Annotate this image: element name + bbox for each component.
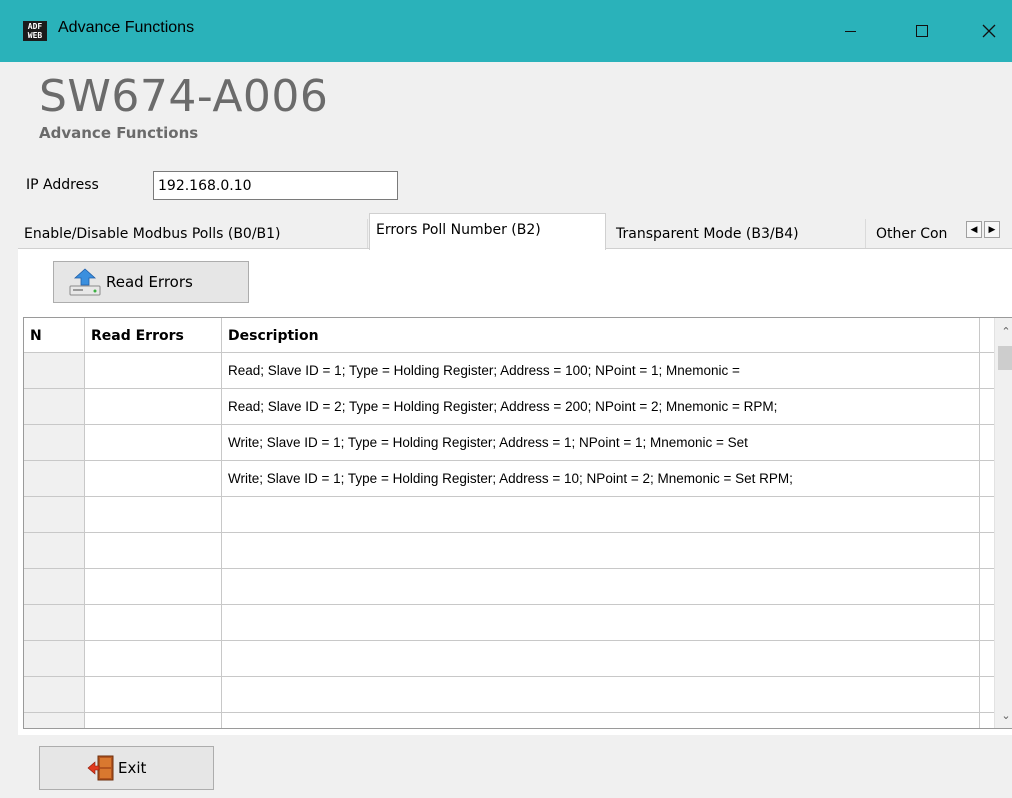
row-number-cell[interactable] [24,425,85,460]
page-subtitle: Advance Functions [39,124,199,142]
column-header-n[interactable]: N [24,318,85,353]
tab-errors-poll-number[interactable]: Errors Poll Number (B2) [369,213,606,250]
ip-address-input[interactable] [153,171,398,200]
maximize-button[interactable] [899,0,945,62]
description-cell[interactable] [222,677,980,712]
row-number-cell[interactable] [24,389,85,424]
app-icon: ADF WEB [23,21,47,41]
ip-address-label: IP Address [26,177,99,193]
advance-functions-window: ADF WEB Advance Functions SW674-A006 Adv… [0,0,1012,798]
read-errors-cell[interactable] [85,353,222,388]
description-cell[interactable] [222,641,980,676]
table-row[interactable] [24,533,994,569]
table-row[interactable]: Write; Slave ID = 1; Type = Holding Regi… [24,461,994,497]
description-cell[interactable] [222,605,980,640]
app-icon-top-text: ADF [27,22,43,31]
description-cell[interactable] [222,533,980,568]
table-row[interactable] [24,677,994,713]
table-row[interactable]: Read; Slave ID = 2; Type = Holding Regis… [24,389,994,425]
table-row[interactable] [24,641,994,677]
exit-door-icon [87,755,114,781]
tab-strip: Enable/Disable Modbus Polls (B0/B1) Erro… [18,213,1012,250]
read-errors-cell[interactable] [85,389,222,424]
read-errors-cell[interactable] [85,497,222,532]
row-number-cell[interactable] [24,605,85,640]
read-errors-button-label: Read Errors [106,273,193,291]
row-number-cell[interactable] [24,677,85,712]
scroll-up-icon[interactable]: ⌃ [995,322,1012,340]
table-row[interactable] [24,569,994,605]
description-cell[interactable] [222,713,980,728]
tab-transparent-mode[interactable]: Transparent Mode (B3/B4) [610,219,866,249]
minimize-icon [844,30,856,32]
exit-button-label: Exit [118,759,147,777]
tab-scroll-left-button[interactable]: ◀ [966,221,982,238]
row-number-cell[interactable] [24,641,85,676]
title-bar: ADF WEB Advance Functions [0,0,1012,62]
table-vertical-scrollbar[interactable]: ⌃ ⌄ [994,318,1012,728]
table-header: N Read Errors Description [24,318,994,353]
description-cell[interactable] [222,497,980,532]
row-number-cell[interactable] [24,461,85,496]
chevron-left-icon: ◀ [970,224,978,235]
description-cell[interactable]: Write; Slave ID = 1; Type = Holding Regi… [222,461,980,496]
row-number-cell[interactable] [24,569,85,604]
read-errors-cell[interactable] [85,713,222,728]
scroll-down-icon[interactable]: ⌄ [995,706,1012,724]
table-body: Read; Slave ID = 1; Type = Holding Regis… [24,353,994,728]
description-cell[interactable] [222,569,980,604]
description-cell[interactable]: Read; Slave ID = 2; Type = Holding Regis… [222,389,980,424]
row-number-cell[interactable] [24,353,85,388]
tab-scroll-right-button[interactable]: ▶ [984,221,1000,238]
column-header-description[interactable]: Description [222,318,980,353]
column-header-read-errors[interactable]: Read Errors [85,318,222,353]
exit-button[interactable]: Exit [39,746,214,790]
tab-other-config[interactable]: Other Con [870,219,966,249]
row-number-cell[interactable] [24,497,85,532]
chevron-right-icon: ▶ [988,224,996,235]
read-errors-cell[interactable] [85,533,222,568]
table-row[interactable] [24,497,994,533]
maximize-icon [916,25,928,37]
close-button[interactable] [966,0,1012,62]
row-number-cell[interactable] [24,533,85,568]
close-icon [982,24,996,38]
upload-drive-icon [69,268,101,296]
description-cell[interactable]: Read; Slave ID = 1; Type = Holding Regis… [222,353,980,388]
table-row[interactable] [24,605,994,641]
read-errors-cell[interactable] [85,605,222,640]
read-errors-button[interactable]: Read Errors [53,261,249,303]
product-title: SW674-A006 [39,71,329,122]
read-errors-cell[interactable] [85,641,222,676]
table-row[interactable]: Read; Slave ID = 1; Type = Holding Regis… [24,353,994,389]
read-errors-cell[interactable] [85,677,222,712]
minimize-button[interactable] [827,0,873,62]
read-errors-cell[interactable] [85,461,222,496]
description-cell[interactable]: Write; Slave ID = 1; Type = Holding Regi… [222,425,980,460]
app-icon-bottom-text: WEB [27,31,43,40]
tab-enable-disable-polls[interactable]: Enable/Disable Modbus Polls (B0/B1) [18,219,368,249]
errors-table: N Read Errors Description Read; Slave ID… [23,317,1012,729]
scrollbar-thumb[interactable] [998,346,1012,370]
row-number-cell[interactable] [24,713,85,728]
table-row[interactable]: Write; Slave ID = 1; Type = Holding Regi… [24,425,994,461]
window-title: Advance Functions [58,19,195,36]
table-row[interactable] [24,713,994,728]
read-errors-cell[interactable] [85,425,222,460]
read-errors-cell[interactable] [85,569,222,604]
